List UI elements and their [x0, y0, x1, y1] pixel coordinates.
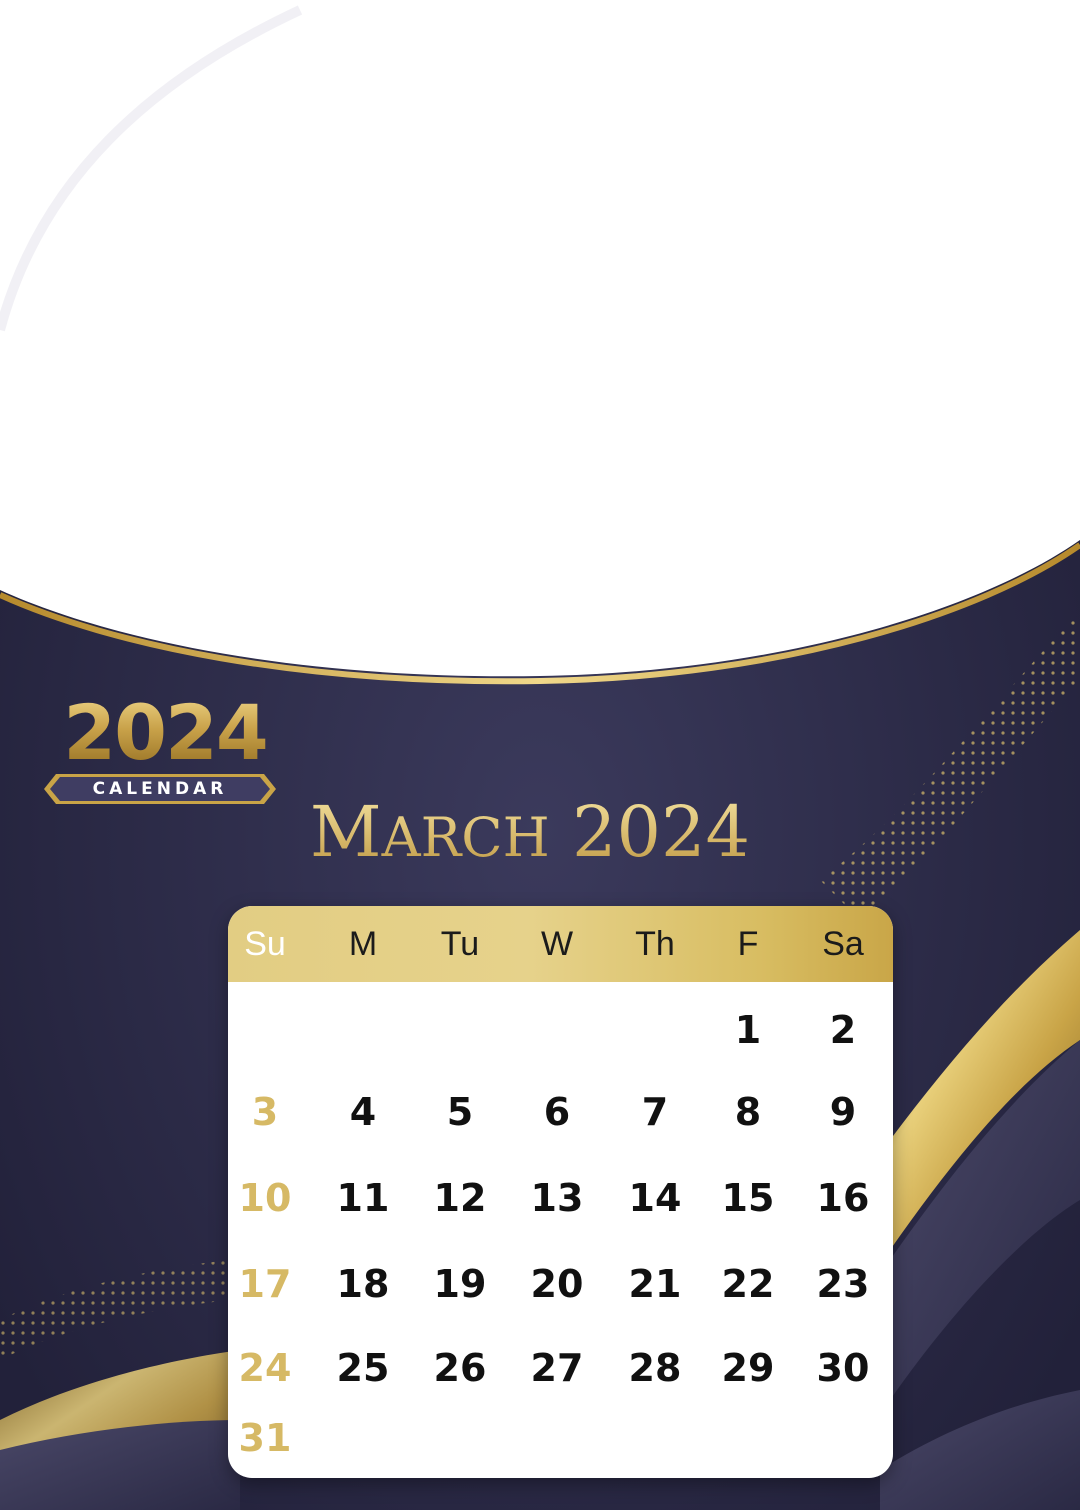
month-year: 2024	[571, 791, 751, 873]
day-27: 27	[530, 1346, 584, 1390]
month-initial: M	[309, 791, 382, 873]
day-12: 12	[433, 1176, 487, 1220]
day-21: 21	[628, 1262, 682, 1306]
day-2: 2	[829, 1008, 857, 1052]
logo-year: 2024	[50, 690, 280, 776]
day-1: 1	[734, 1008, 762, 1052]
day-13: 13	[530, 1176, 584, 1220]
day-25: 25	[336, 1346, 390, 1390]
weekday-thursday: Th	[635, 925, 675, 963]
day-5: 5	[446, 1090, 474, 1134]
weekday-sunday: Su	[244, 925, 286, 963]
day-30: 30	[816, 1346, 870, 1390]
day-17: 17	[238, 1262, 292, 1306]
day-28: 28	[628, 1346, 682, 1390]
weekday-wednesday: W	[540, 925, 574, 963]
day-15: 15	[721, 1176, 775, 1220]
month-title: MARCH 2024	[230, 792, 830, 878]
weekday-saturday: Sa	[822, 925, 864, 963]
day-14: 14	[628, 1176, 682, 1220]
day-10: 10	[238, 1176, 292, 1220]
day-9: 9	[829, 1090, 857, 1134]
day-7: 7	[641, 1090, 669, 1134]
day-6: 6	[543, 1090, 571, 1134]
day-29: 29	[721, 1346, 775, 1390]
weekday-friday: F	[737, 925, 759, 963]
month-rest: ARCH	[381, 806, 550, 869]
day-31: 31	[238, 1416, 292, 1460]
day-22: 22	[721, 1262, 775, 1306]
day-23: 23	[816, 1262, 870, 1306]
weekday-tuesday: Tu	[440, 925, 480, 963]
day-16: 16	[816, 1176, 870, 1220]
day-3: 3	[251, 1090, 279, 1134]
day-20: 20	[530, 1262, 584, 1306]
day-8: 8	[734, 1090, 762, 1134]
weekday-monday: M	[348, 925, 378, 963]
weekday-header: Su M Tu W Th F Sa	[228, 906, 893, 982]
day-4: 4	[349, 1090, 377, 1134]
day-11: 11	[336, 1176, 390, 1220]
day-18: 18	[336, 1262, 390, 1306]
day-19: 19	[433, 1262, 487, 1306]
day-26: 26	[433, 1346, 487, 1390]
calendar-grid: Su M Tu W Th F Sa 1 2 3 4 5 6 7 8 9 10 11 12 13 14 15 16 17 18 1…	[228, 906, 893, 1478]
day-24: 24	[238, 1346, 292, 1390]
